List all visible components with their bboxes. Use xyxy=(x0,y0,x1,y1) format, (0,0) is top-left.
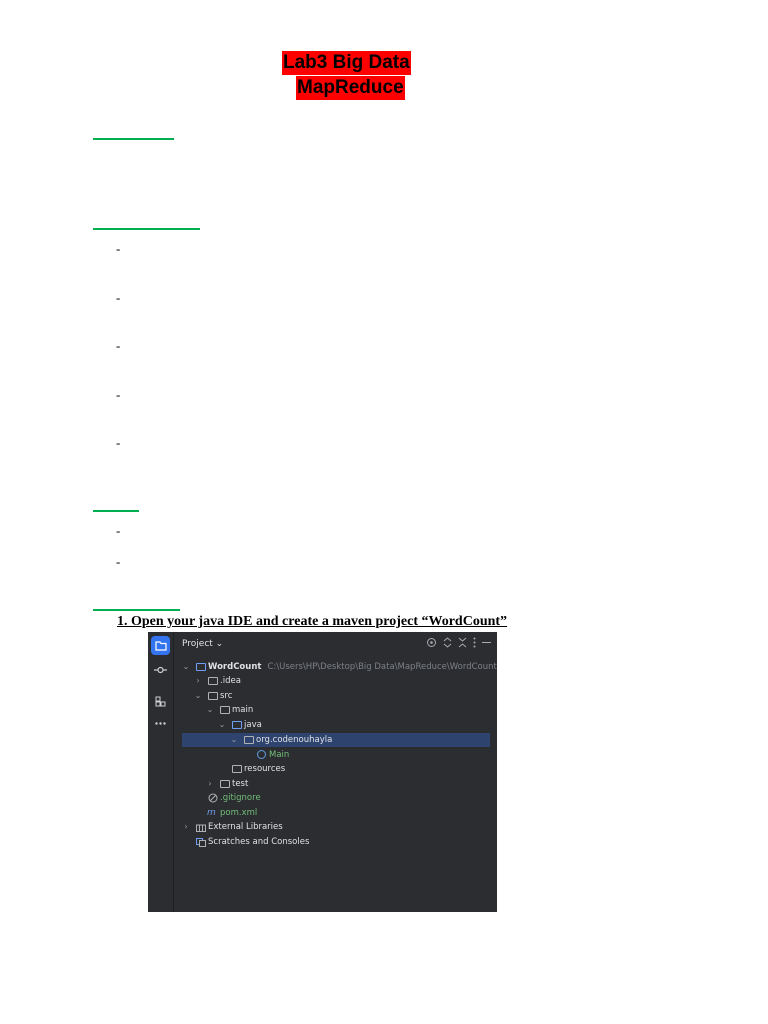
chevron-right-icon[interactable]: › xyxy=(206,777,214,791)
project-path: C:\Users\HP\Desktop\Big Data\MapReduce\W… xyxy=(267,662,497,672)
tree-item-label: src xyxy=(220,691,233,701)
expand-all-icon[interactable] xyxy=(443,637,452,648)
more-tools-icon[interactable] xyxy=(151,714,170,733)
panel-header: Project ⌄ xyxy=(174,632,497,658)
tree-item-label: Main xyxy=(269,750,290,760)
tree-item-idea[interactable]: › .idea xyxy=(174,674,491,688)
tree-item-test[interactable]: › test xyxy=(174,777,491,791)
chevron-down-icon[interactable]: ⌄ xyxy=(218,718,226,732)
list-dash: - xyxy=(116,290,121,305)
collapse-all-icon[interactable] xyxy=(458,637,467,648)
resources-folder-icon xyxy=(232,765,242,773)
chevron-down-icon[interactable]: ⌄ xyxy=(206,703,214,717)
chevron-right-icon[interactable]: › xyxy=(194,674,202,688)
folder-icon xyxy=(208,692,218,700)
tree-item-label: External Libraries xyxy=(208,822,283,832)
list-dash: - xyxy=(116,241,121,256)
tree-item-label: org.codenouhayla xyxy=(256,735,333,745)
tree-item-label: pom.xml xyxy=(220,808,258,818)
maven-icon: m xyxy=(207,808,216,818)
folder-icon xyxy=(208,677,218,685)
library-icon xyxy=(196,824,206,832)
ignore-file-icon xyxy=(208,793,218,803)
tree-item-label: WordCount xyxy=(208,662,262,672)
options-icon[interactable] xyxy=(473,637,476,648)
scratches-icon xyxy=(196,838,206,847)
list-dash: - xyxy=(116,435,121,450)
section-rule-2 xyxy=(93,228,200,230)
chevron-down-icon[interactable]: ⌄ xyxy=(230,733,238,747)
commit-icon[interactable] xyxy=(151,660,170,679)
ide-project-panel: Project ⌄ ⌄ WordCount C:\Users\HP\Desktop… xyxy=(148,632,497,912)
package-icon xyxy=(244,736,254,744)
tree-item-gitignore[interactable]: .gitignore xyxy=(174,791,491,805)
hide-panel-icon[interactable] xyxy=(482,637,491,648)
locate-icon[interactable] xyxy=(426,637,437,648)
section-rule-3 xyxy=(93,510,139,512)
folder-icon xyxy=(220,706,230,714)
title-line-2: MapReduce xyxy=(296,76,405,100)
tree-item-label: resources xyxy=(244,764,286,774)
tree-item-wordcount[interactable]: ⌄ WordCount C:\Users\HP\Desktop\Big Data\… xyxy=(174,660,497,674)
tree-item-label: test xyxy=(232,779,249,789)
tree-item-label: Scratches and Consoles xyxy=(208,837,310,847)
tree-item-label: main xyxy=(232,705,254,715)
section-rule-4 xyxy=(93,609,180,611)
tree-item-pom[interactable]: m pom.xml xyxy=(174,806,491,820)
tree-item-src[interactable]: ⌄ src xyxy=(174,689,491,703)
project-folder-icon[interactable] xyxy=(151,636,170,655)
class-icon xyxy=(257,750,266,759)
tree-item-resources[interactable]: resources xyxy=(174,762,491,776)
list-dash: - xyxy=(116,554,121,569)
chevron-down-icon[interactable]: ⌄ xyxy=(182,660,190,674)
panel-title-dropdown[interactable]: Project ⌄ xyxy=(182,639,223,649)
tree-item-label: .gitignore xyxy=(220,793,261,803)
folder-icon xyxy=(220,780,230,788)
list-dash: - xyxy=(116,523,121,538)
chevron-right-icon[interactable]: › xyxy=(182,820,190,834)
tree-item-main-class[interactable]: Main xyxy=(174,748,491,762)
tree-item-package-selected[interactable]: ⌄ org.codenouhayla xyxy=(182,733,490,747)
section-rule-1 xyxy=(93,138,174,140)
structure-icon[interactable] xyxy=(151,692,170,711)
tree-item-external-libraries[interactable]: › External Libraries xyxy=(174,820,491,834)
module-folder-icon xyxy=(196,663,206,671)
tree-item-main[interactable]: ⌄ main xyxy=(174,703,491,717)
chevron-down-icon[interactable]: ⌄ xyxy=(194,689,202,703)
header-toolbar xyxy=(426,637,491,648)
list-dash: - xyxy=(116,387,121,402)
tree-item-label: .idea xyxy=(220,676,241,686)
tree-item-scratches[interactable]: Scratches and Consoles xyxy=(174,835,491,849)
tree-item-java[interactable]: ⌄ java xyxy=(174,718,491,732)
tree-item-label: java xyxy=(244,720,262,730)
source-folder-icon xyxy=(232,721,242,729)
tool-window-strip xyxy=(148,632,174,912)
step-1-heading: 1. Open your java IDE and create a maven… xyxy=(117,614,508,629)
title-line-1: Lab3 Big Data xyxy=(282,51,411,75)
list-dash: - xyxy=(116,338,121,353)
